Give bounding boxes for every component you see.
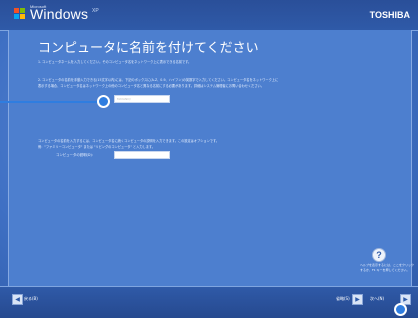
content-panel xyxy=(8,30,412,286)
help-text-2: するか、F1 キーを押してください。 xyxy=(360,268,410,272)
instruction-2b: 表示する場合、コンピュータ名はネットワーク上の他のコンピュータ名と異なる名前にす… xyxy=(38,84,264,88)
instruction-3a: コンピュータの名前を入力するには、コンピュータ名に続くコンピュータの説明を入力で… xyxy=(38,139,220,143)
help-icon[interactable]: ? xyxy=(372,248,386,262)
next-button[interactable]: 次へ(N) xyxy=(370,296,384,302)
instruction-3b: 例："ファミリーコンピュータ" または "リビングのコンピュータ" と入力します… xyxy=(38,145,155,149)
description-label: コンピュータの説明(D): xyxy=(56,153,93,157)
skip-button[interactable]: 省略(S) xyxy=(336,296,350,302)
logo-windows: Windows xyxy=(30,6,89,22)
top-bar: Microsoft Windows XP TOSHIBA xyxy=(0,0,418,31)
instruction-2a: 2. コンピュータの名前を手動入力できる(15文字以内)には、下記のボックスに(… xyxy=(38,78,279,82)
callout-marker-next xyxy=(394,303,407,316)
computer-name-input[interactable]: MAYANIQ xyxy=(114,95,170,103)
windows-flag-icon xyxy=(14,8,26,20)
brand-logo: TOSHIBA xyxy=(369,10,410,20)
logo-edition: XP xyxy=(92,8,99,14)
page-title: コンピュータに名前を付けてください xyxy=(38,41,259,56)
description-input[interactable] xyxy=(114,151,170,159)
bottom-bar: ◀ 戻る(B) 省略(S) ▶ 次へ(N) ▶ xyxy=(0,286,418,318)
instruction-1: 1. コンピュータネームを入力してください。そのコンピュータ名をネットワーク上に… xyxy=(38,60,192,64)
back-arrow-icon[interactable]: ◀ xyxy=(12,294,23,305)
setup-screen: Microsoft Windows XP TOSHIBA コンピュータに名前を付… xyxy=(0,0,418,318)
callout-line xyxy=(0,101,100,103)
callout-marker-name xyxy=(97,95,110,108)
skip-arrow-icon[interactable]: ▶ xyxy=(352,294,363,305)
back-button[interactable]: 戻る(B) xyxy=(24,296,38,302)
computer-name-value: MAYANIQ xyxy=(117,97,131,101)
